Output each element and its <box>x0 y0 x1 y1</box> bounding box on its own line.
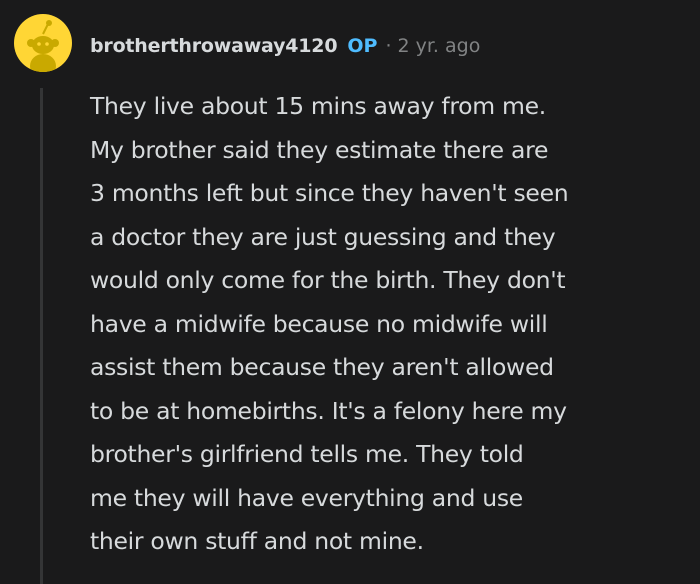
comment-body-line: My brother said they estimate there are <box>90 135 549 164</box>
comment-body-line: 3 months left but since they haven't see… <box>90 179 569 207</box>
thread-collapse-line[interactable] <box>40 88 43 584</box>
comment-body-line: have a midwife because no midwife will <box>90 309 548 338</box>
snoo-avatar-icon <box>27 20 59 72</box>
comment-body-line: brother's girlfriend tells me. They told <box>90 440 524 468</box>
comment-body-line: to be at homebirths. It's a felony here … <box>90 396 567 425</box>
user-avatar[interactable] <box>14 14 72 72</box>
comment-body-line: would only come for the birth. They don'… <box>90 266 566 294</box>
comment-timestamp[interactable]: 2 yr. ago <box>397 35 480 57</box>
comment-body: They live about 15 mins away from me. My… <box>90 85 690 564</box>
op-badge: OP <box>347 35 378 57</box>
comment-body-line: assist them because they aren't allowed <box>90 353 554 381</box>
comment-body-line: a doctor they are just guessing and they <box>90 222 556 251</box>
meta-separator: · <box>385 35 392 57</box>
comment-meta: brotherthrowaway4120 OP · 2 yr. ago <box>90 30 480 62</box>
comment: brotherthrowaway4120 OP · 2 yr. ago They… <box>0 0 700 584</box>
comment-body-line: their own stuff and not mine. <box>90 527 424 555</box>
username-link[interactable]: brotherthrowaway4120 <box>90 35 338 57</box>
comment-body-line: me they will have everything and use <box>90 483 523 512</box>
comment-body-line: They live about 15 mins away from me. <box>90 92 546 120</box>
